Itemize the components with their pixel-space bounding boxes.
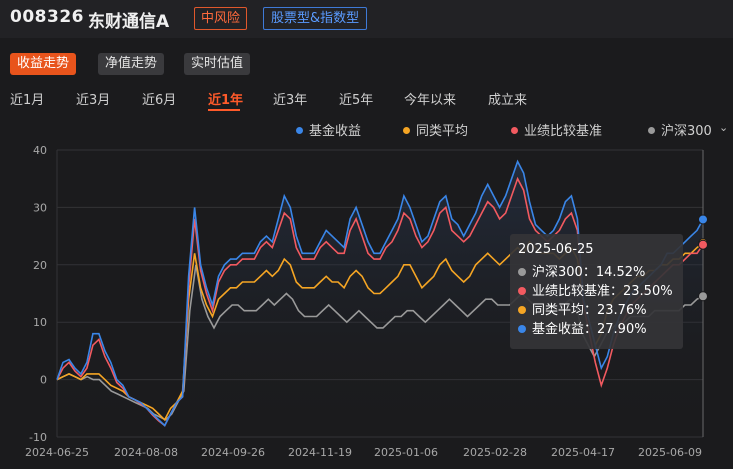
x-tick-label: 2025-04-17	[551, 446, 615, 459]
legend-fund-return[interactable]: 基金收益	[296, 120, 361, 139]
data-tooltip: 2025-06-25 沪深300：14.52% 业绩比较基准：23.50% 同类…	[510, 234, 683, 349]
series-dot-icon	[518, 268, 526, 276]
legend-label: 业绩比较基准	[524, 124, 603, 139]
y-tick-label: 10	[33, 316, 47, 329]
series-dot-icon	[518, 287, 526, 295]
legend-label: 沪深300	[661, 124, 712, 139]
period-3y[interactable]: 近3年	[273, 89, 307, 108]
tooltip-date: 2025-06-25	[518, 242, 594, 257]
legend-dot-icon	[296, 127, 303, 134]
active-period-underline	[208, 109, 240, 111]
fund-header: 008326 东财通信A 中风险 股票型&指数型	[0, 0, 733, 38]
tooltip-row-benchmark: 业绩比较基准：23.50%	[518, 282, 675, 301]
period-1m[interactable]: 近1月	[10, 89, 44, 108]
fund-code: 008326	[10, 7, 84, 27]
tooltip-value: 同类平均：23.76%	[532, 303, 647, 318]
tab-realtime-estimate[interactable]: 实时估值	[184, 53, 251, 75]
legend-peer-average[interactable]: 同类平均	[403, 120, 468, 139]
series-endpoint	[698, 239, 708, 250]
series-endpoint	[698, 214, 708, 225]
fund-name: 东财通信A	[88, 12, 170, 32]
period-ytd[interactable]: 今年以来	[404, 89, 456, 108]
legend-label: 同类平均	[416, 124, 469, 139]
x-tick-label: 2024-08-08	[114, 446, 178, 459]
chevron-down-icon[interactable]: ⌄	[719, 121, 728, 134]
x-tick-label: 2024-11-19	[288, 446, 352, 459]
legend-benchmark[interactable]: 业绩比较基准	[511, 120, 602, 139]
x-tick-label: 2025-06-09	[638, 446, 702, 459]
tooltip-row-peer-average: 同类平均：23.76%	[518, 301, 675, 320]
x-tick-label: 2024-06-25	[25, 446, 89, 459]
series-dot-icon	[518, 306, 526, 314]
y-tick-label: -10	[29, 431, 47, 444]
x-tick-label: 2024-09-26	[201, 446, 265, 459]
period-6m[interactable]: 近6月	[142, 89, 176, 108]
series-endpoint	[698, 291, 708, 302]
tooltip-row-fund-return: 基金收益：27.90%	[518, 320, 675, 339]
y-tick-label: 20	[33, 259, 47, 272]
legend-dot-icon	[511, 127, 518, 134]
tab-nav-trend[interactable]: 净值走势	[98, 53, 165, 75]
x-tick-label: 2025-02-28	[463, 446, 527, 459]
y-tick-label: 0	[40, 374, 47, 387]
period-3m[interactable]: 近3月	[76, 89, 110, 108]
series-dot-icon	[518, 325, 526, 333]
period-since-inception[interactable]: 成立来	[488, 89, 527, 108]
y-tick-label: 30	[33, 201, 47, 214]
legend-dot-icon	[403, 127, 410, 134]
legend-label: 基金收益	[309, 124, 362, 139]
period-5y[interactable]: 近5年	[339, 89, 373, 108]
risk-level-tag: 中风险	[194, 7, 248, 30]
legend-csi300[interactable]: 沪深300	[648, 120, 712, 139]
x-tick-label: 2025-01-06	[374, 446, 438, 459]
tooltip-value: 业绩比较基准：23.50%	[532, 284, 673, 299]
y-tick-label: 40	[33, 144, 47, 157]
tooltip-value: 基金收益：27.90%	[532, 322, 647, 337]
tab-return-trend[interactable]: 收益走势	[10, 53, 77, 75]
period-1y[interactable]: 近1年	[208, 89, 243, 108]
fund-type-tag: 股票型&指数型	[263, 7, 368, 30]
tooltip-value: 沪深300：14.52%	[532, 265, 646, 280]
legend-dot-icon	[648, 127, 655, 134]
tooltip-row-csi300: 沪深300：14.52%	[518, 263, 675, 282]
